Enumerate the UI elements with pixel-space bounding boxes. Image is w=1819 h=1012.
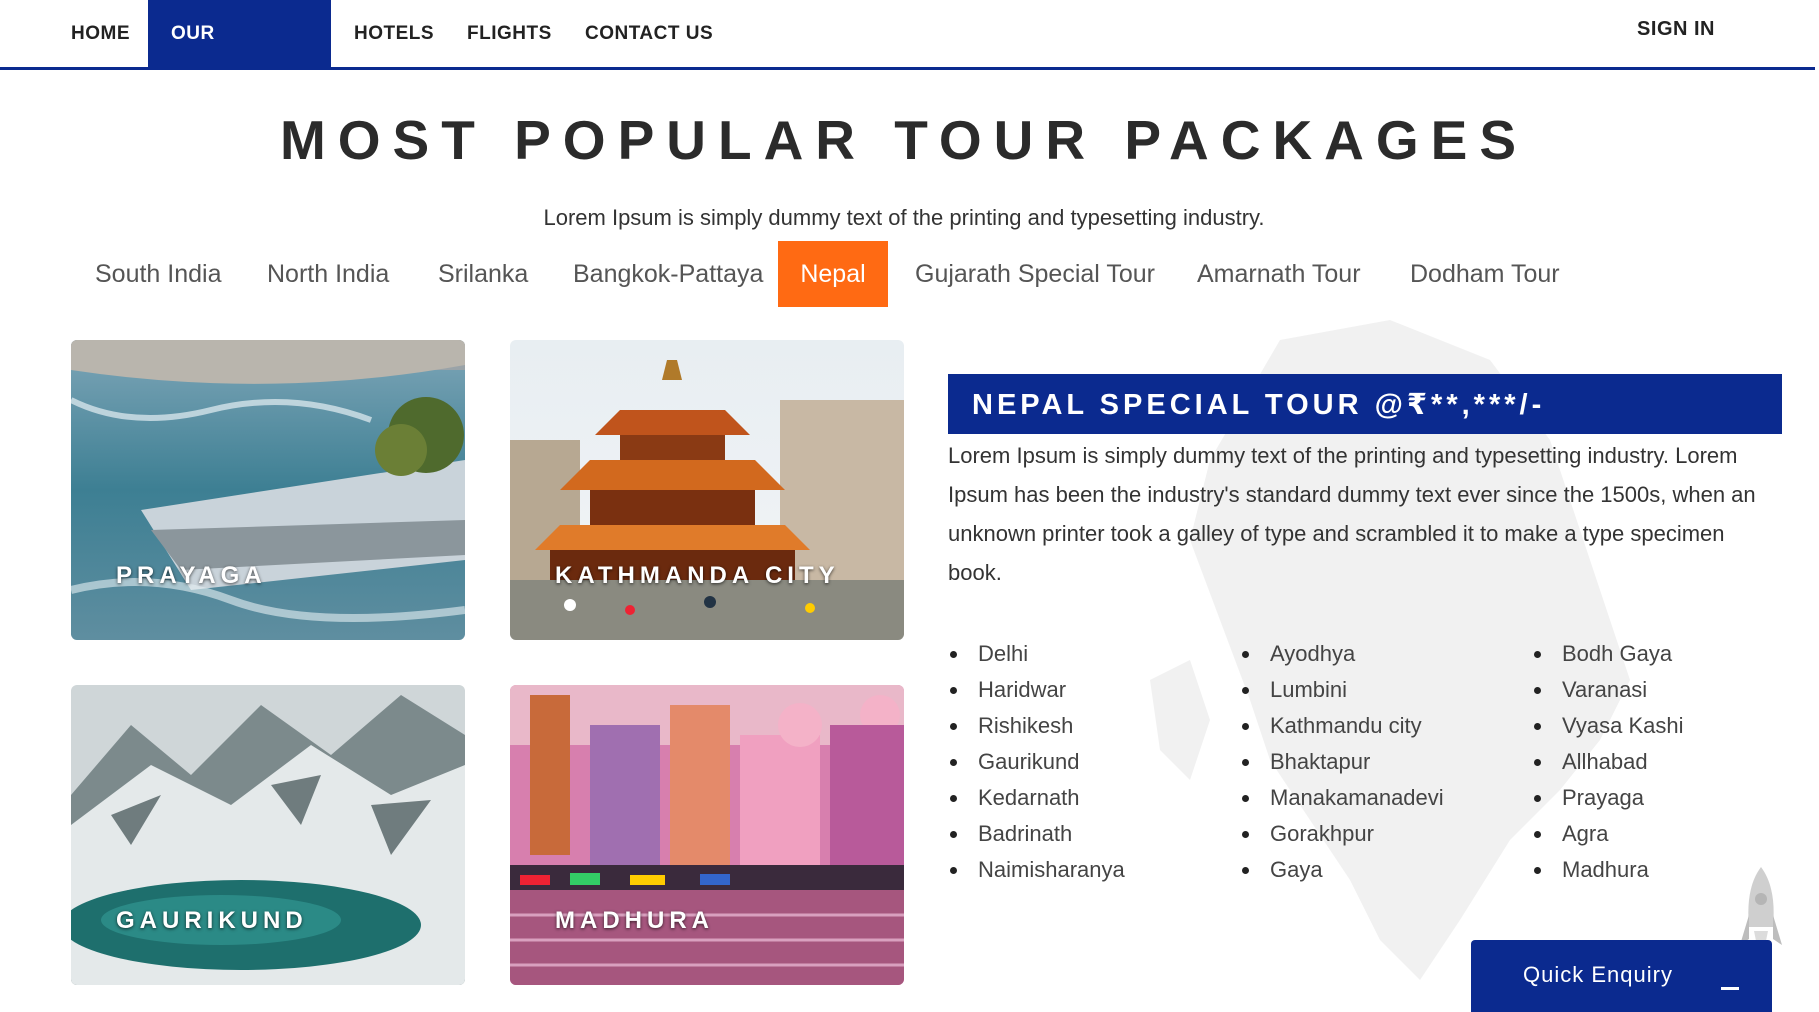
card-label: KATHMANDA CITY xyxy=(555,562,840,589)
minimize-icon[interactable] xyxy=(1721,987,1739,990)
quick-enquiry-button[interactable]: Quick Enquiry xyxy=(1471,940,1772,1012)
list-item: Rishikesh xyxy=(948,708,1125,744)
list-item: Prayaga xyxy=(1532,780,1683,816)
river-landscape-photo xyxy=(71,340,465,640)
list-item: Manakamanadevi xyxy=(1240,780,1444,816)
detail-header: NEPAL SPECIAL TOUR @₹**,***/- xyxy=(948,374,1782,434)
list-item: Bodh Gaya xyxy=(1532,636,1683,672)
detail-title: NEPAL SPECIAL TOUR @₹**,***/- xyxy=(972,389,1546,421)
nav-our-packages[interactable]: OUR PACKAGES xyxy=(148,0,331,111)
list-item: Gaurikund xyxy=(948,744,1125,780)
list-item: Delhi xyxy=(948,636,1125,672)
list-item: Vyasa Kashi xyxy=(1532,708,1683,744)
nav-home[interactable]: HOME xyxy=(48,0,153,67)
page-title: MOST POPULAR TOUR PACKAGES xyxy=(279,109,1529,171)
tab-dodham-tour[interactable]: Dodham Tour xyxy=(1386,241,1584,307)
list-item: Kedarnath xyxy=(948,780,1125,816)
package-card-gaurikund[interactable]: GAURIKUND xyxy=(71,685,465,985)
tab-nepal[interactable]: Nepal xyxy=(778,241,888,307)
snowy-lake-photo xyxy=(71,685,465,985)
list-item: Agra xyxy=(1532,816,1683,852)
pagoda-temple-photo xyxy=(510,340,904,640)
tab-amarnath-tour[interactable]: Amarnath Tour xyxy=(1173,241,1385,307)
top-navigation: HOME OUR PACKAGES HOTELS FLIGHTS CONTACT… xyxy=(0,0,1815,111)
tab-srilanka[interactable]: Srilanka xyxy=(414,241,552,307)
package-card-madhura[interactable]: MADHURA xyxy=(510,685,904,985)
list-item: Haridwar xyxy=(948,672,1125,708)
sign-in-link[interactable]: SIGN IN xyxy=(1637,0,1715,58)
tab-gujarath-special-tour[interactable]: Gujarath Special Tour xyxy=(891,241,1179,307)
detail-description: Lorem Ipsum is simply dummy text of the … xyxy=(948,443,1756,585)
list-item: Badrinath xyxy=(948,816,1125,852)
list-item: Allhabad xyxy=(1532,744,1683,780)
destination-list-2: Ayodhya Lumbini Kathmandu city Bhaktapur… xyxy=(1240,636,1444,888)
tab-south-india[interactable]: South India xyxy=(71,241,246,307)
list-item: Varanasi xyxy=(1532,672,1683,708)
quick-enquiry-label: Quick Enquiry xyxy=(1523,962,1673,987)
list-item: Kathmandu city xyxy=(1240,708,1444,744)
nav-contact-us[interactable]: CONTACT US xyxy=(562,0,736,67)
colorful-ghat-photo xyxy=(510,685,904,985)
package-card-prayaga[interactable]: PRAYAGA xyxy=(71,340,465,640)
list-item: Naimisharanya xyxy=(948,852,1125,888)
list-item: Bhaktapur xyxy=(1240,744,1444,780)
nav-hotels[interactable]: HOTELS xyxy=(331,0,457,67)
list-item: Lumbini xyxy=(1240,672,1444,708)
list-item: Gorakhpur xyxy=(1240,816,1444,852)
destination-list-3: Bodh Gaya Varanasi Vyasa Kashi Allhabad … xyxy=(1532,636,1683,888)
page-subtitle: Lorem Ipsum is simply dummy text of the … xyxy=(543,205,1265,230)
nav-flights[interactable]: FLIGHTS xyxy=(444,0,575,67)
list-item: Gaya xyxy=(1240,852,1444,888)
card-label: GAURIKUND xyxy=(116,907,308,934)
list-item: Madhura xyxy=(1532,852,1683,888)
destination-list-1: Delhi Haridwar Rishikesh Gaurikund Kedar… xyxy=(948,636,1125,888)
tab-north-india[interactable]: North India xyxy=(243,241,413,307)
card-label: PRAYAGA xyxy=(116,562,267,589)
tab-bangkok-pattaya[interactable]: Bangkok-Pattaya xyxy=(549,241,787,307)
list-item: Ayodhya xyxy=(1240,636,1444,672)
package-card-kathmanda-city[interactable]: KATHMANDA CITY xyxy=(510,340,904,640)
card-label: MADHURA xyxy=(555,907,714,934)
